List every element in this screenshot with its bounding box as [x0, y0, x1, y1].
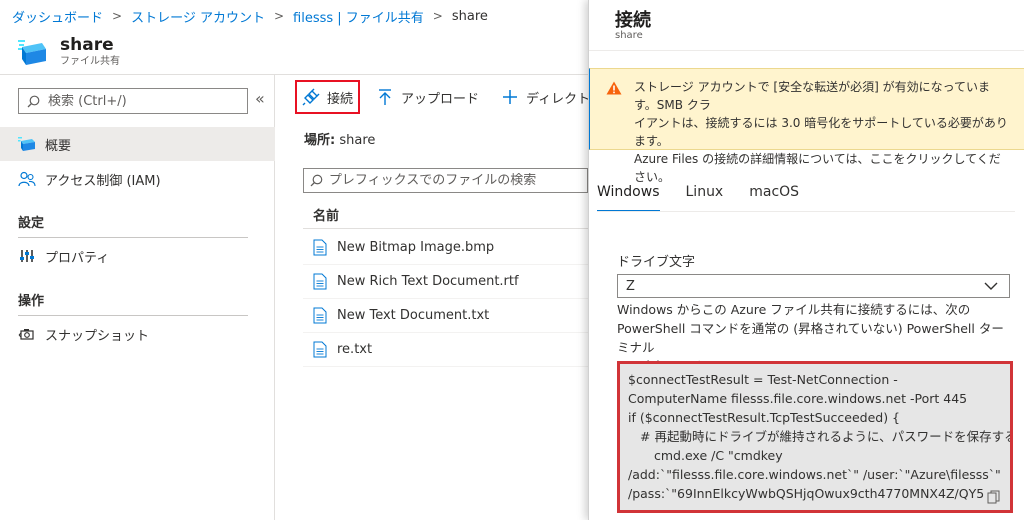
file-search-input[interactable]: [328, 173, 587, 188]
file-name: New Text Document.txt: [337, 308, 490, 323]
code-line: /add:`"filesss.file.core.windows.net`" /…: [628, 467, 1001, 482]
file-name: New Rich Text Document.rtf: [337, 274, 519, 289]
file-name: New Bitmap Image.bmp: [337, 240, 495, 255]
panel-subtitle: share: [615, 30, 643, 41]
code-line: if ($connectTestResult.TcpTestSucceeded)…: [628, 410, 900, 425]
tab-macos[interactable]: macOS: [749, 178, 799, 212]
breadcrumb-dashboard[interactable]: ダッシュボード: [12, 7, 103, 26]
drive-letter-value: Z: [626, 278, 635, 294]
sidebar-divider: [18, 315, 248, 316]
file-icon: [313, 273, 327, 290]
chevron-right-icon: >: [112, 9, 123, 23]
sidebar-item-label: 概要: [45, 138, 72, 154]
plug-icon: [302, 88, 320, 106]
code-line: ComputerName filesss.file.core.windows.n…: [628, 391, 968, 406]
sidebar-divider: [18, 237, 248, 238]
search-icon: [27, 95, 40, 107]
sidebar-item-properties[interactable]: プロパティ: [0, 239, 275, 273]
chevron-right-icon: >: [432, 9, 443, 23]
warning-icon: [606, 81, 622, 95]
file-share-icon: [18, 38, 48, 68]
description-line: Windows からこの Azure ファイル共有に接続するには、次の: [617, 302, 971, 317]
tab-windows[interactable]: Windows: [597, 178, 660, 212]
code-line: cmd.exe /C "cmdkey: [654, 448, 783, 463]
connect-label: 接続: [327, 91, 354, 107]
column-header-name[interactable]: 名前: [313, 205, 339, 224]
code-line: # 再起動時にドライブが維持されるように、パスワードを保存する: [640, 429, 1013, 444]
breadcrumb-file-shares[interactable]: filesss | ファイル共有: [293, 7, 424, 26]
connect-button[interactable]: 接続: [295, 80, 361, 114]
sidebar-item-label: アクセス制御 (IAM): [45, 173, 161, 189]
warning-line: ストレージ アカウントで [安全な転送が必須] が有効になっています。SMB ク…: [634, 80, 990, 112]
breadcrumb-storage-accounts[interactable]: ストレージ アカウント: [131, 7, 265, 26]
drive-letter-select[interactable]: Z: [617, 274, 1010, 298]
table-header-divider: [303, 228, 588, 229]
upload-button[interactable]: アップロード: [370, 80, 485, 114]
file-icon: [313, 239, 327, 256]
code-line: $connectTestResult = Test-NetConnection …: [628, 372, 898, 387]
tabs-divider: [597, 211, 1015, 212]
chevron-down-icon: [984, 282, 998, 290]
chevron-right-icon: >: [273, 9, 285, 23]
file-icon: [313, 307, 327, 324]
file-share-icon: [18, 135, 36, 153]
table-row[interactable]: New Text Document.txt: [303, 299, 588, 333]
table-row[interactable]: New Bitmap Image.bmp: [303, 231, 588, 265]
resource-header: share ファイル共有: [18, 34, 120, 68]
collapse-sidebar-button[interactable]: «: [255, 89, 265, 108]
tab-linux[interactable]: Linux: [686, 178, 724, 212]
location-label: 場所:: [304, 133, 336, 148]
sidebar-item-iam[interactable]: アクセス制御 (IAM): [0, 162, 275, 196]
panel-title: 接続: [615, 10, 651, 31]
table-row[interactable]: New Rich Text Document.rtf: [303, 265, 588, 299]
upload-arrow-icon: [376, 88, 394, 106]
sidebar-search-input[interactable]: [48, 93, 228, 109]
people-icon: [18, 170, 36, 188]
drive-letter-label: ドライブ文字: [617, 255, 696, 270]
sidebar-section-operations: 操作: [18, 294, 45, 309]
description-line: PowerShell コマンドを通常の (昇格されていない) PowerShel…: [617, 321, 1004, 355]
breadcrumb-current: share: [451, 8, 488, 24]
sidebar-item-label: プロパティ: [45, 250, 110, 266]
location-value: share: [339, 133, 376, 148]
location: 場所: share: [304, 129, 375, 148]
properties-icon: [18, 247, 36, 265]
file-search[interactable]: [303, 168, 588, 193]
copy-icon[interactable]: [987, 490, 1000, 504]
breadcrumb: ダッシュボード > ストレージ アカウント > filesss | ファイル共有…: [12, 6, 488, 26]
table-row[interactable]: re.txt: [303, 333, 588, 367]
file-name: re.txt: [337, 342, 373, 357]
file-icon: [313, 341, 327, 358]
search-icon: [310, 174, 323, 187]
powershell-script-box[interactable]: $connectTestResult = Test-NetConnection …: [617, 361, 1013, 513]
plus-icon: [501, 88, 519, 106]
sidebar-section-settings: 設定: [18, 216, 45, 231]
sidebar-item-overview[interactable]: 概要: [0, 127, 275, 161]
sidebar-item-label: スナップショット: [45, 328, 150, 344]
sidebar-item-snapshot[interactable]: スナップショット: [0, 317, 275, 351]
sidebar: « 概要 アクセス制御 (IAM) 設定: [0, 75, 275, 520]
warning-line: イアントは、接続するには 3.0 暗号化をサポートしている必要があります。: [634, 116, 1008, 148]
secure-transfer-warning[interactable]: ストレージ アカウントで [安全な転送が必須] が有効になっています。SMB ク…: [589, 68, 1024, 184]
page-title: share: [60, 35, 114, 55]
connect-panel: 接続 share ストレージ アカウントで [安全な転送が必須] が有効になって…: [588, 0, 1024, 520]
sidebar-search[interactable]: [18, 88, 248, 114]
panel-divider: [589, 50, 1024, 51]
os-tabs: Windows Linux macOS: [597, 178, 825, 212]
code-line: /pass:`"69InnElkcyWwbQSHjqOwux9cth4770MN…: [628, 486, 985, 501]
snapshot-icon: [18, 325, 36, 343]
upload-label: アップロード: [401, 91, 480, 107]
page-subtitle: ファイル共有: [60, 56, 120, 67]
